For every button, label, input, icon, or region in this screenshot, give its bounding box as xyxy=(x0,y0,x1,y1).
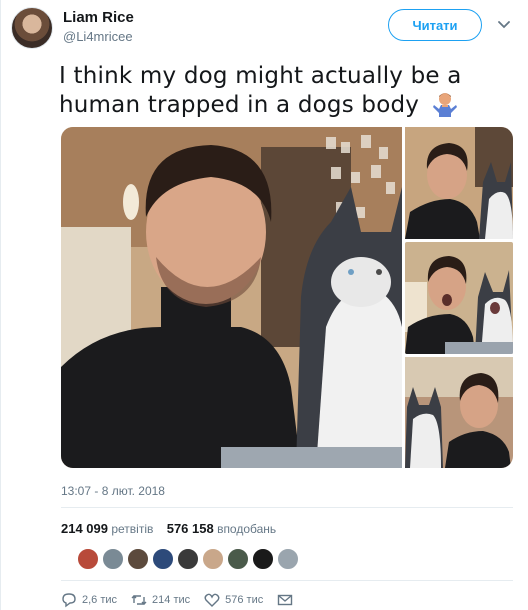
retweets-stat[interactable]: 214 099 ретвітів xyxy=(61,521,154,536)
divider xyxy=(61,507,513,508)
liker-avatar[interactable] xyxy=(227,548,249,570)
tweet-timestamp[interactable]: 13:07 - 8 лют. 2018 xyxy=(61,484,165,498)
reply-button[interactable]: 2,6 тис xyxy=(61,592,117,608)
liker-avatar[interactable] xyxy=(102,548,124,570)
direct-message-button[interactable] xyxy=(277,592,298,608)
tweet-card: Liam Rice @Li4mricee Читати I think my d… xyxy=(0,0,528,610)
retweet-count: 214 тис xyxy=(152,594,191,606)
liker-avatar[interactable] xyxy=(127,548,149,570)
retweets-label: ретвітів xyxy=(111,522,154,536)
reply-icon xyxy=(62,593,76,608)
tweet-text-body: I think my dog might actually be a human… xyxy=(59,63,462,118)
liker-avatar[interactable] xyxy=(252,548,274,570)
follow-button[interactable]: Читати xyxy=(388,9,482,41)
liker-avatar[interactable] xyxy=(77,548,99,570)
chevron-down-icon[interactable] xyxy=(497,20,511,30)
retweet-icon xyxy=(131,595,147,605)
liker-avatars xyxy=(77,548,299,570)
avatar[interactable] xyxy=(11,7,53,49)
heart-icon xyxy=(204,593,220,607)
like-count: 576 тис xyxy=(225,594,264,606)
tweet-actions: 2,6 тис 214 тис 576 тис xyxy=(61,592,312,608)
likes-stat[interactable]: 576 158 вподобань xyxy=(166,521,277,536)
likes-label: вподобань xyxy=(217,522,277,536)
reply-count: 2,6 тис xyxy=(82,594,118,606)
author-handle[interactable]: @Li4mricee xyxy=(63,29,133,44)
tweet-text: I think my dog might actually be a human… xyxy=(59,62,479,120)
liker-avatar[interactable] xyxy=(277,548,299,570)
divider xyxy=(61,580,513,581)
liker-avatar[interactable] xyxy=(202,548,224,570)
man-shrugging-emoji xyxy=(432,93,457,117)
retweet-button[interactable]: 214 тис xyxy=(131,592,190,608)
tweet-photo-main[interactable] xyxy=(61,127,402,468)
author-name[interactable]: Liam Rice xyxy=(63,9,134,26)
retweets-count: 214 099 xyxy=(61,521,108,536)
tweet-photo-2[interactable] xyxy=(405,127,513,239)
envelope-icon xyxy=(278,594,293,606)
tweet-photo-3[interactable] xyxy=(405,242,513,354)
likes-count: 576 158 xyxy=(166,521,214,536)
liker-avatar[interactable] xyxy=(177,548,199,570)
engagement-stats: 214 099 ретвітів 576 158 вподобань xyxy=(61,521,276,536)
liker-avatar[interactable] xyxy=(152,548,174,570)
like-button[interactable]: 576 тис xyxy=(204,592,263,608)
tweet-photo-4[interactable] xyxy=(405,357,513,468)
